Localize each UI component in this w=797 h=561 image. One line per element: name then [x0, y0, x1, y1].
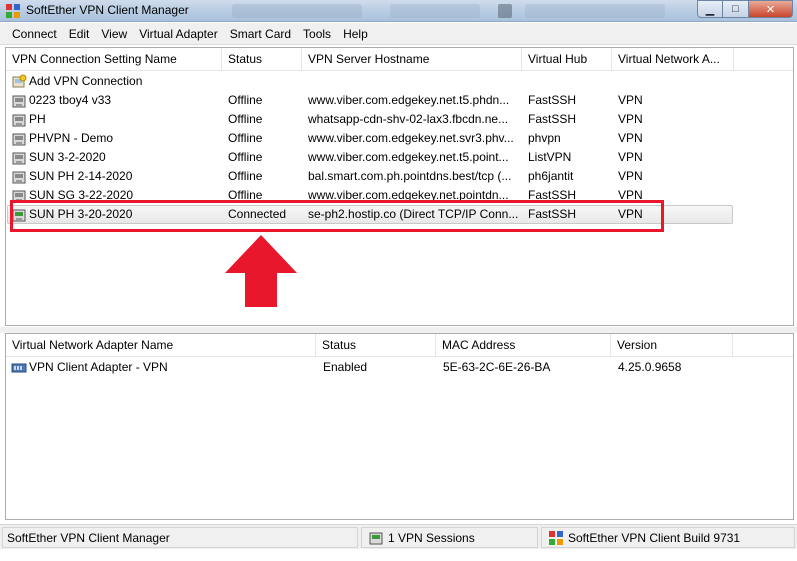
- vpn-name: SUN 3-2-2020: [29, 150, 106, 164]
- vpn-connection-list[interactable]: VPN Connection Setting Name Status VPN S…: [5, 47, 794, 326]
- menu-tools[interactable]: Tools: [297, 23, 337, 45]
- vpn-row[interactable]: PH Offline whatsapp-cdn-shv-02-lax3.fbcd…: [6, 110, 793, 129]
- vpn-connection-icon: [12, 114, 26, 127]
- vpn-status: Offline: [228, 169, 263, 183]
- vpn-row[interactable]: PHVPN - Demo Offline www.viber.com.edgek…: [6, 129, 793, 148]
- vpn-connection-icon: [12, 133, 26, 146]
- vpn-status: Offline: [228, 131, 263, 145]
- window-bottom-edge: [0, 549, 797, 561]
- vpn-session-icon: [369, 532, 383, 545]
- column-header-adapter-status[interactable]: Status: [316, 334, 436, 357]
- column-header-name[interactable]: VPN Connection Setting Name: [6, 48, 222, 71]
- adapter-version: 4.25.0.9658: [618, 360, 682, 374]
- column-header-mac[interactable]: MAC Address: [436, 334, 611, 357]
- maximize-button[interactable]: □: [723, 0, 749, 18]
- vpn-row[interactable]: SUN PH 2-14-2020 Offline bal.smart.com.p…: [6, 167, 793, 186]
- column-header-status[interactable]: Status: [222, 48, 302, 71]
- status-build: SoftEther VPN Client Build 9731: [541, 527, 795, 548]
- close-button[interactable]: ✕: [749, 0, 793, 18]
- vpn-row[interactable]: SUN 3-2-2020 Offline www.viber.com.edgek…: [6, 148, 793, 167]
- vpn-status: Offline: [228, 150, 263, 164]
- menu-bar: Connect Edit View Virtual Adapter Smart …: [0, 23, 797, 45]
- vpn-hostname: whatsapp-cdn-shv-02-lax3.fbcdn.ne...: [308, 112, 509, 126]
- taskbar-blur: [232, 4, 362, 18]
- vpn-hub: phvpn: [528, 131, 561, 145]
- adapter-status: Enabled: [323, 360, 368, 374]
- vpn-hub: FastSSH: [528, 112, 577, 126]
- vpn-connection-icon: [12, 171, 26, 184]
- vpn-hostname: www.viber.com.edgekey.net.svr3.phv...: [308, 131, 514, 145]
- status-sessions-label: 1 VPN Sessions: [388, 531, 475, 545]
- window-controls: ▁ □ ✕: [697, 0, 793, 19]
- vpn-row[interactable]: 0223 tboy4 v33 Offline www.viber.com.edg…: [6, 91, 793, 110]
- adapter-row[interactable]: VPN Client Adapter - VPN Enabled 5E-63-2…: [6, 358, 793, 377]
- list-header: VPN Connection Setting Name Status VPN S…: [6, 48, 793, 71]
- taskbar-blur: [390, 4, 480, 18]
- vpn-status: Offline: [228, 112, 263, 126]
- minimize-button[interactable]: ▁: [697, 0, 723, 18]
- vpn-status: Offline: [228, 93, 263, 107]
- window-title: SoftEther VPN Client Manager: [26, 3, 189, 17]
- column-header-hub[interactable]: Virtual Hub: [522, 48, 612, 71]
- vpn-connection-icon: [12, 152, 26, 165]
- vpn-name: PH: [29, 112, 46, 126]
- vpn-name: PHVPN - Demo: [29, 131, 114, 145]
- add-vpn-connection-item[interactable]: Add VPN Connection: [6, 72, 793, 91]
- status-app-label: SoftEther VPN Client Manager: [7, 531, 170, 545]
- vpn-connection-icon: [12, 95, 26, 108]
- vpn-hostname: www.viber.com.edgekey.net.t5.point...: [308, 150, 509, 164]
- softether-build-icon: [549, 531, 563, 545]
- adapter-name: VPN Client Adapter - VPN: [29, 360, 168, 374]
- status-sessions: 1 VPN Sessions: [361, 527, 538, 548]
- network-adapter-icon: [11, 363, 27, 373]
- vpn-hostname: bal.smart.com.ph.pointdns.best/tcp (...: [308, 169, 512, 183]
- softether-app-icon: [6, 4, 20, 18]
- vpn-adapter: VPN: [618, 150, 643, 164]
- vpn-adapter: VPN: [618, 131, 643, 145]
- vpn-hostname: www.viber.com.edgekey.net.t5.phdn...: [308, 93, 510, 107]
- vpn-name: 0223 tboy4 v33: [29, 93, 112, 107]
- menu-edit[interactable]: Edit: [63, 23, 96, 45]
- taskbar-blur: [525, 4, 665, 18]
- column-header-adapter-name[interactable]: Virtual Network Adapter Name: [6, 334, 316, 357]
- column-header-hostname[interactable]: VPN Server Hostname: [302, 48, 522, 71]
- vpn-hub: ph6jantit: [528, 169, 574, 183]
- menu-view[interactable]: View: [95, 23, 133, 45]
- column-header-version[interactable]: Version: [611, 334, 733, 357]
- vpn-hub: FastSSH: [528, 93, 577, 107]
- virtual-adapter-list[interactable]: Virtual Network Adapter Name Status MAC …: [5, 333, 794, 520]
- highlight-box-annotation: [10, 200, 664, 232]
- vpn-adapter: VPN: [618, 93, 643, 107]
- add-connection-label: Add VPN Connection: [29, 74, 143, 88]
- vpn-name: SUN PH 2-14-2020: [29, 169, 133, 183]
- column-header-adapter[interactable]: Virtual Network A...: [612, 48, 734, 71]
- adapter-mac: 5E-63-2C-6E-26-BA: [443, 360, 551, 374]
- title-bar: SoftEther VPN Client Manager ▁ □ ✕: [0, 0, 797, 22]
- adapter-list-header: Virtual Network Adapter Name Status MAC …: [6, 334, 793, 357]
- menu-smart-card[interactable]: Smart Card: [224, 23, 297, 45]
- vpn-adapter: VPN: [618, 169, 643, 183]
- vpn-hub: ListVPN: [528, 150, 572, 164]
- menu-help[interactable]: Help: [337, 23, 374, 45]
- status-app-name: SoftEther VPN Client Manager: [2, 527, 358, 548]
- vpn-adapter: VPN: [618, 112, 643, 126]
- taskbar-blur: [498, 4, 512, 18]
- menu-connect[interactable]: Connect: [6, 23, 63, 45]
- status-bar: SoftEther VPN Client Manager 1 VPN Sessi…: [0, 524, 797, 549]
- menu-virtual-adapter[interactable]: Virtual Adapter: [133, 23, 224, 45]
- add-connection-icon: [12, 74, 27, 88]
- status-build-label: SoftEther VPN Client Build 9731: [568, 531, 741, 545]
